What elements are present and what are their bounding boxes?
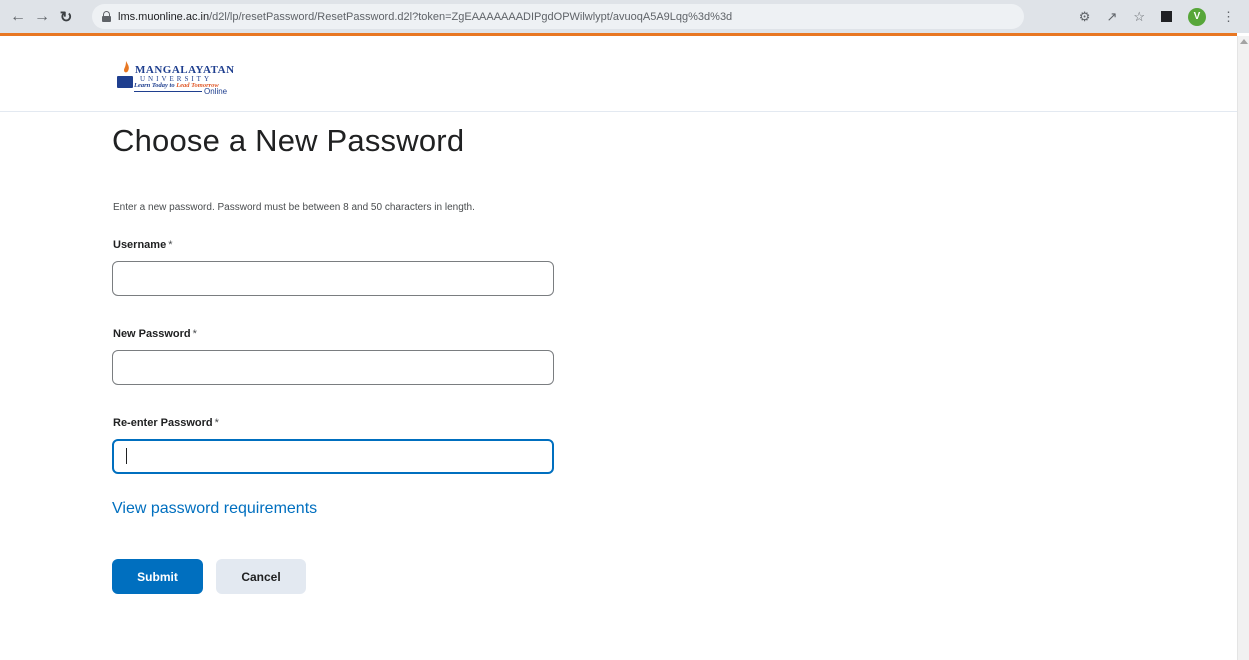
page-title: Choose a New Password	[112, 123, 465, 158]
new-password-field[interactable]	[112, 350, 554, 385]
flame-icon	[124, 61, 129, 73]
intro-text: Enter a new password. Password must be b…	[113, 202, 475, 213]
profile-avatar[interactable]: V	[1188, 7, 1206, 26]
bookmark-star-icon[interactable]: ☆	[1133, 9, 1145, 25]
username-label: Username *	[113, 239, 173, 251]
browser-toolbar: ← → ↻ lms.muonline.ac.in/d2l/lp/resetPas…	[0, 0, 1249, 33]
required-marker: *	[214, 417, 219, 429]
new-password-label: New Password *	[113, 328, 197, 340]
reenter-password-label: Re-enter Password *	[113, 417, 219, 429]
url-text[interactable]: lms.muonline.ac.in/d2l/lp/resetPassword/…	[118, 11, 732, 23]
share-icon[interactable]: ↗	[1106, 9, 1117, 25]
submit-button[interactable]: Submit	[112, 559, 203, 594]
reload-icon[interactable]: ↻	[55, 6, 77, 28]
lock-icon[interactable]	[102, 11, 111, 22]
password-key-icon[interactable]: ⚙	[1079, 9, 1091, 25]
vertical-scrollbar[interactable]	[1237, 36, 1249, 660]
username-field[interactable]	[112, 261, 554, 296]
reenter-password-field[interactable]	[112, 439, 554, 474]
side-panel-icon[interactable]	[1161, 11, 1172, 22]
text-caret	[126, 448, 127, 464]
university-logo[interactable]: MANGALAYATAN UNIVERSITY Learn Today to L…	[117, 61, 241, 97]
logo-online: Online	[204, 87, 228, 96]
required-marker: *	[192, 328, 197, 340]
view-password-requirements-link[interactable]: View password requirements	[112, 500, 317, 518]
cancel-button[interactable]: Cancel	[216, 559, 306, 594]
scroll-up-arrow-icon[interactable]	[1240, 39, 1248, 44]
site-header: MANGALAYATAN UNIVERSITY Learn Today to L…	[0, 36, 1237, 112]
menu-kebab-icon[interactable]: ⋮	[1222, 9, 1235, 25]
required-marker: *	[168, 239, 173, 251]
forward-arrow-icon[interactable]: →	[31, 6, 53, 28]
address-bar[interactable]: lms.muonline.ac.in/d2l/lp/resetPassword/…	[92, 4, 1024, 29]
back-arrow-icon[interactable]: ←	[7, 6, 29, 28]
book-icon	[117, 76, 133, 88]
logo-divider	[134, 91, 202, 92]
